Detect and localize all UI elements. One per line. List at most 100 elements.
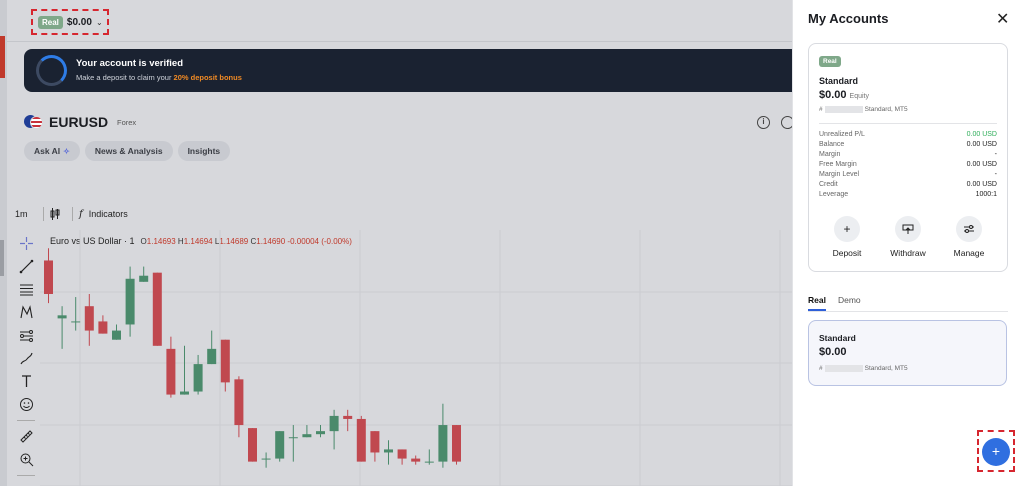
info-icon[interactable]: i (757, 116, 770, 129)
account-type: Standard (819, 76, 859, 86)
candle (112, 324, 121, 340)
account-row-number: # Standard, MT5 (819, 365, 908, 372)
fib-retracement-tool-icon[interactable] (15, 278, 37, 301)
candle-body (275, 431, 285, 459)
deposit-button[interactable]: + Deposit (819, 216, 875, 258)
tab-demo[interactable]: Demo (838, 295, 861, 311)
candle (71, 297, 81, 331)
stat-label: Credit (819, 181, 838, 188)
interval-button[interactable]: 1m (15, 209, 43, 219)
account-list-item[interactable]: Standard $0.00 # Standard, MT5 (808, 320, 1007, 386)
trend-line-tool-icon[interactable] (15, 255, 37, 278)
tab-ask-ai[interactable]: Ask AI ✧ (24, 141, 80, 161)
account-stats: Unrealized P/L 0.00 USD Balance 0.00 USD Mar… (819, 130, 997, 200)
tab-news-label: News & Analysis (94, 146, 163, 156)
candle-body (329, 415, 339, 432)
candle (397, 449, 407, 465)
stat-row: Margin - (819, 150, 997, 160)
candle (302, 425, 312, 438)
candle (261, 452, 271, 468)
candle (343, 409, 353, 432)
tab-insights[interactable]: Insights (177, 141, 231, 161)
add-account-highlight: + (977, 430, 1015, 472)
clock-icon[interactable] (781, 116, 792, 129)
candle-body (248, 428, 257, 462)
stat-label: Margin Level (819, 171, 860, 178)
verified-banner[interactable]: Your account is verified Make a deposit … (24, 49, 792, 92)
banner-subtitle: Make a deposit to claim your 20% deposit… (76, 73, 242, 82)
candle-body (152, 272, 162, 346)
candle-body (234, 379, 244, 426)
ruler-tool-icon[interactable] (15, 425, 37, 448)
candle-body (71, 321, 81, 323)
close-icon[interactable]: ✕ (996, 9, 1009, 29)
candle (384, 440, 393, 465)
candle-body (302, 434, 312, 438)
emoji-tool-icon[interactable] (15, 393, 37, 416)
masked-account-id (824, 106, 863, 113)
plus-icon: + (834, 216, 860, 242)
account-balance: $0.00 (66, 16, 92, 28)
candle (275, 431, 285, 462)
candlestick-chart[interactable] (40, 230, 792, 486)
chart-toolbar: 1m f Indicators (15, 207, 128, 221)
banner-subtitle-text: Make a deposit to claim your (76, 73, 174, 82)
zoom-in-tool-icon[interactable] (15, 448, 37, 471)
toolbar-divider (43, 207, 44, 221)
account-row-platform: Standard, MT5 (864, 365, 908, 372)
add-account-button[interactable]: + (982, 438, 1010, 466)
my-accounts-panel: My Accounts ✕ Real Standard $0.00 Equity … (792, 0, 1024, 486)
candle-body (343, 415, 353, 419)
edge-red-marker (0, 36, 5, 78)
candle (193, 354, 203, 395)
stat-label: Leverage (819, 191, 849, 198)
candle-body (220, 339, 230, 383)
candle-body (384, 449, 393, 453)
account-switcher[interactable]: Real $0.00 ⌄ (31, 9, 109, 35)
brush-tool-icon[interactable] (15, 347, 37, 370)
candle (57, 306, 67, 349)
stat-value: 0.00 USD (966, 181, 997, 188)
candle (180, 345, 189, 395)
candle (356, 415, 366, 462)
candles-icon[interactable] (50, 208, 72, 220)
bonus-link[interactable]: 20% deposit bonus (174, 73, 242, 82)
withdraw-button[interactable]: Withdraw (880, 216, 936, 258)
real-chip: Real (819, 56, 841, 67)
candle (125, 266, 135, 337)
tab-news-analysis[interactable]: News & Analysis (84, 141, 173, 161)
candle (152, 272, 162, 346)
candle (411, 455, 421, 465)
account-actions: + Deposit Withdraw Manage (819, 216, 997, 258)
candle-body (397, 449, 407, 459)
manage-button[interactable]: Manage (941, 216, 997, 258)
indicators-label: Indicators (88, 209, 128, 219)
toolbar-divider (72, 207, 73, 221)
edge-scroll-handle[interactable] (0, 240, 4, 276)
more-tools-icon[interactable] (15, 480, 37, 486)
deposit-label: Deposit (832, 248, 862, 258)
candle-body (98, 321, 108, 334)
candle-body (452, 425, 461, 462)
account-type-tabs: Real Demo (808, 295, 861, 311)
stat-value: - (994, 171, 997, 178)
panel-title: My Accounts (808, 11, 889, 26)
sliders-icon (956, 216, 982, 242)
text-tool-icon[interactable] (15, 370, 37, 393)
tab-real[interactable]: Real (808, 295, 826, 311)
candle-body (207, 348, 217, 365)
candle-body (411, 458, 421, 462)
account-row-value: $0.00 (819, 346, 847, 358)
asset-class-label: Forex (117, 118, 137, 127)
stat-value: 0.00 USD (966, 131, 997, 138)
indicators-button[interactable]: f Indicators (79, 209, 128, 220)
stat-value: 0.00 USD (966, 161, 997, 168)
candle-body (125, 278, 135, 325)
pattern-tool-icon[interactable] (15, 301, 37, 324)
stat-row: Free Margin 0.00 USD (819, 160, 997, 170)
prediction-tool-icon[interactable] (15, 324, 37, 347)
crosshair-tool-icon[interactable] (15, 232, 37, 255)
equity-label: Equity (849, 93, 869, 100)
withdraw-icon (895, 216, 921, 242)
candle-body (193, 364, 203, 392)
